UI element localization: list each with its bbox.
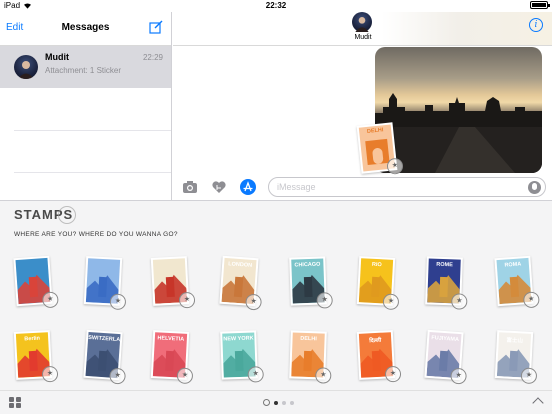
photo-message[interactable] <box>375 47 542 173</box>
message-placeholder: iMessage <box>277 182 316 192</box>
sticker-stamp[interactable] <box>83 256 127 311</box>
divider <box>14 130 171 131</box>
sticker-stamp[interactable]: 富士山 <box>494 330 538 385</box>
conversation-preview: Attachment: 1 Sticker <box>45 66 122 75</box>
app-store-icon[interactable] <box>240 179 256 195</box>
sticker-stamp[interactable]: DELHI <box>289 330 332 384</box>
conversation-time: 22:29 <box>142 53 163 62</box>
status-bar: iPad 22:32 <box>0 0 552 12</box>
sticker-stamp[interactable]: FUJIYAMA <box>424 329 468 385</box>
sticker-stamp[interactable]: HELVETIA <box>150 330 194 385</box>
info-icon[interactable]: i <box>529 18 543 32</box>
sticker-message[interactable]: DELHI <box>356 122 404 176</box>
conversation-name: Mudit <box>45 52 69 62</box>
contact-avatar[interactable] <box>352 12 372 32</box>
sticker-stamp[interactable] <box>150 256 196 309</box>
sticker-stamp[interactable]: RIO <box>356 256 400 311</box>
clock: 22:32 <box>265 1 287 10</box>
contact-name[interactable]: Mudit <box>343 34 383 41</box>
tagline: WHERE ARE YOU? WHERE DO YOU WANNA GO? <box>14 231 178 238</box>
avatar <box>14 55 38 79</box>
sticker-stamp[interactable]: ROMA <box>494 255 540 309</box>
chat-header: Mudit i <box>173 12 552 46</box>
sticker-stamp[interactable]: CHICAGO <box>289 256 333 309</box>
sidebar-header: Edit Messages <box>0 12 171 46</box>
sidebar-title: Messages <box>61 22 110 33</box>
conversation-sidebar: Edit Messages Mudit 22:29 Attachment: 1 … <box>0 12 172 200</box>
sticker-stamp[interactable] <box>13 255 59 309</box>
compose-icon[interactable] <box>149 20 163 34</box>
sticker-stamp[interactable]: ROME <box>425 256 468 310</box>
page-dot <box>282 400 286 405</box>
app-drawer-icon[interactable] <box>9 397 23 409</box>
page-indicator[interactable] <box>263 399 294 406</box>
sticker-stamp[interactable]: दिल्ली <box>356 330 402 383</box>
digital-touch-icon[interactable] <box>211 180 227 194</box>
drawer-bottom-bar <box>0 390 552 414</box>
divider <box>14 172 171 173</box>
sticker-drawer: STAMPS WHERE ARE YOU? WHERE DO YOU WANNA… <box>0 200 552 390</box>
recents-icon <box>263 399 270 406</box>
battery-icon <box>530 1 550 9</box>
sticker-stamp[interactable]: Berlin <box>13 330 59 383</box>
compose-bar: iMessage <box>173 174 552 200</box>
microphone-icon[interactable] <box>528 181 541 194</box>
conversation-row[interactable]: Mudit 22:29 Attachment: 1 Sticker <box>0 46 171 88</box>
sticker-stamp[interactable]: NEW YORK <box>220 330 264 383</box>
postmark-icon <box>58 206 76 224</box>
page-dot <box>274 400 278 405</box>
sticker-stamp[interactable]: SWITZERLAND <box>83 329 127 385</box>
message-input[interactable]: iMessage <box>268 177 546 197</box>
camera-icon[interactable] <box>182 180 198 194</box>
expand-chevron-icon[interactable] <box>532 397 544 409</box>
page-dot <box>290 400 294 405</box>
sticker-stamp[interactable]: LONDON <box>219 255 263 311</box>
